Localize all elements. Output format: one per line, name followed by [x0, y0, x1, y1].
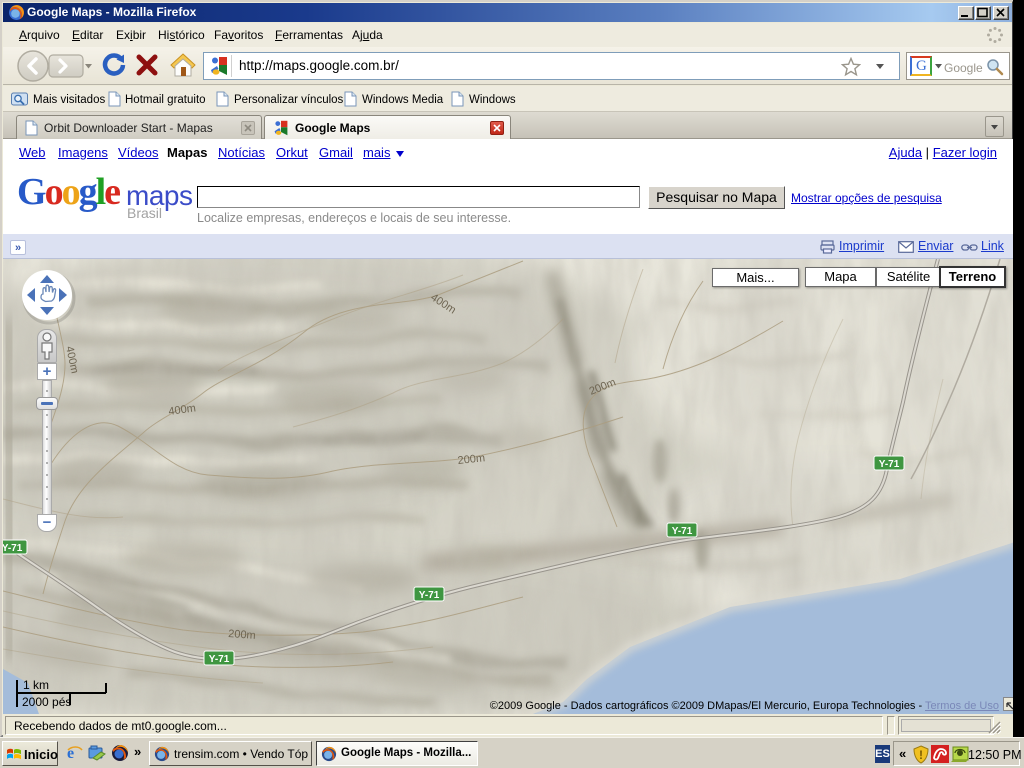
svg-text:Y-71: Y-71 [419, 590, 440, 601]
svg-text:Y-71: Y-71 [3, 543, 23, 554]
svg-text:200m: 200m [228, 628, 256, 642]
svg-text:!: ! [919, 748, 923, 762]
svg-text:Y-71: Y-71 [209, 654, 230, 665]
svg-text:1 km: 1 km [23, 678, 49, 692]
svg-text:Y-71: Y-71 [672, 526, 693, 537]
svg-text:Y-71: Y-71 [879, 459, 900, 470]
